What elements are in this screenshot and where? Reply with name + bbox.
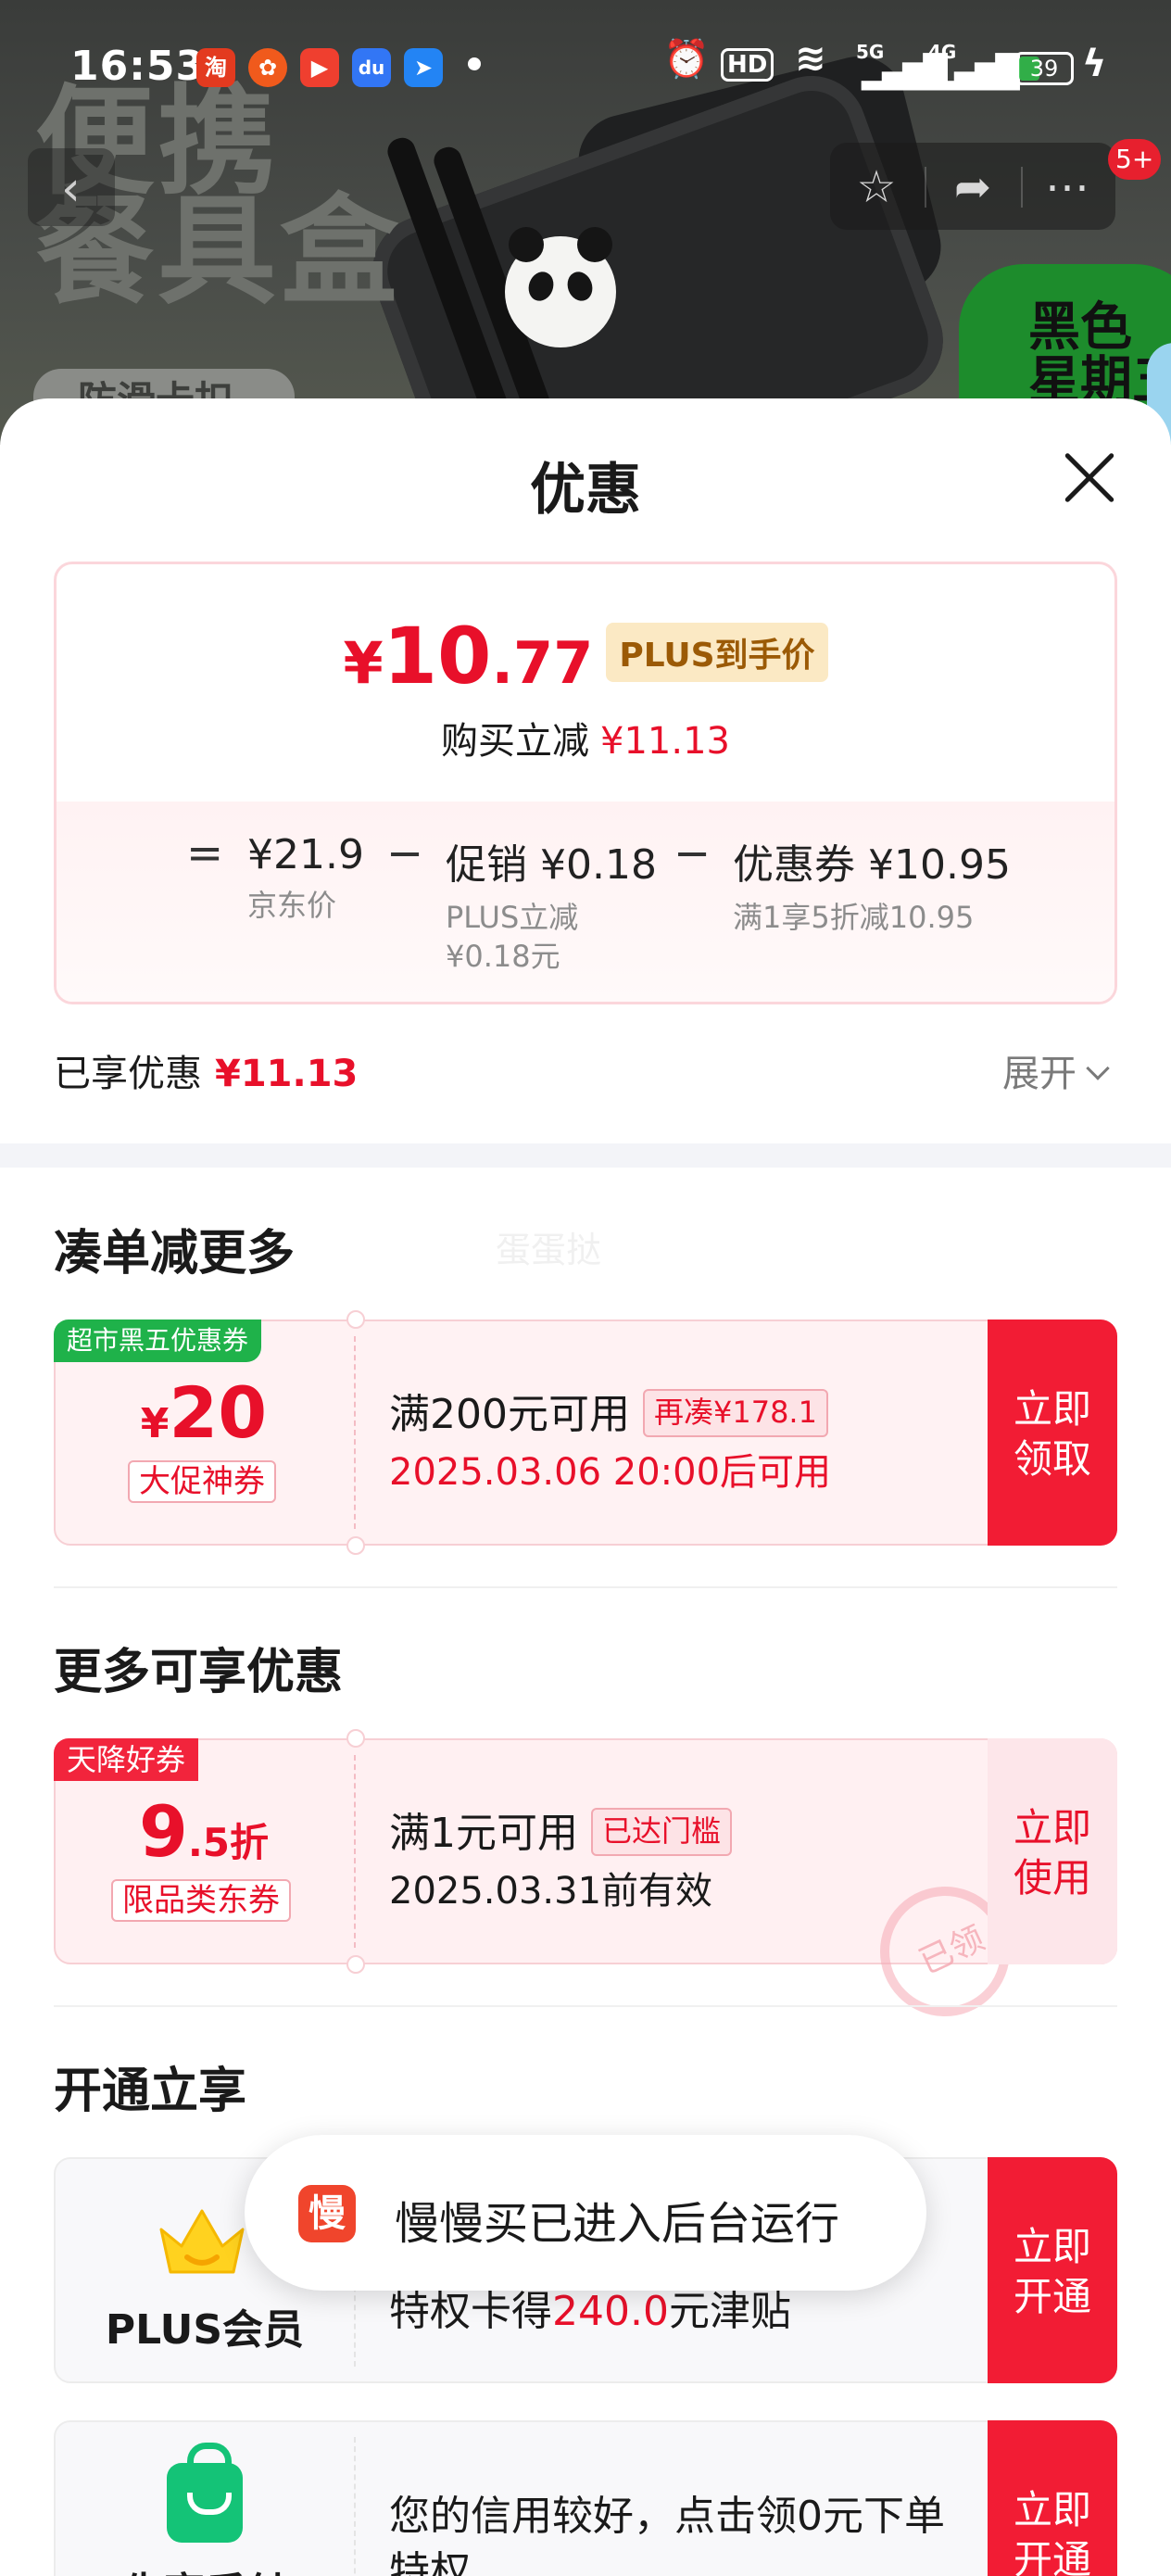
status-bar: 16:53 淘 ✿ ▶ du ➤ ⏰ HD ≋ 5G ▂▄▆█ 4G ▂▄▆█ … xyxy=(0,0,1171,139)
jd-price: ¥21.9 京东价 xyxy=(247,831,364,923)
message-badge: 5+ xyxy=(1108,139,1162,180)
coupon-card-category: 天降好券 9.5折 限品类东券 满1元可用 已达门槛 2025.03.31前有效 … xyxy=(54,1729,1117,2016)
notification-app-icon: ✿ xyxy=(248,48,287,87)
section-title-combine: 凑单减更多 xyxy=(54,1226,296,1282)
crown-icon xyxy=(159,2209,245,2274)
promo-reduction: 促销 ¥0.18 PLUS立减 ¥0.18元 xyxy=(446,841,657,974)
coupon-type-tag: 限品类东券 xyxy=(111,1879,291,1922)
shopping-bag-icon xyxy=(167,2443,243,2543)
manmanmai-app-icon: 慢 xyxy=(298,2185,356,2242)
coupon-condition: 满200元可用 再凑¥178.1 xyxy=(389,1381,828,1440)
coupon-corner-tag: 超市黑五优惠券 xyxy=(54,1320,262,1362)
price-calculation: = ¥21.9 京东价 − 促销 ¥0.18 PLUS立减 ¥0.18元 − 优… xyxy=(57,802,1114,1002)
claim-button[interactable]: 立即 领取 xyxy=(988,1320,1117,1546)
navigation-app-icon: ➤ xyxy=(404,48,443,87)
taobao-icon: 淘 xyxy=(196,48,235,87)
more-icon[interactable]: ⋯ xyxy=(1039,159,1095,215)
final-price: ¥10.77 PLUS到手价 xyxy=(57,611,1114,701)
minus-sign: − xyxy=(386,827,424,879)
clock: 16:53 xyxy=(70,43,206,90)
close-icon[interactable] xyxy=(1062,450,1117,506)
more-notifications-dot xyxy=(468,57,481,70)
chevron-left-icon: ‹ xyxy=(61,161,81,217)
back-button[interactable]: ‹ xyxy=(28,148,115,226)
enjoyed-discount: 已享优惠 ¥11.13 xyxy=(54,1053,359,1095)
page: 便携 餐具盒 防滑卡扣 黑色 星期五 ‹ ☆ ➦ ⋯ 5+ 16:53 淘 ✿ … xyxy=(0,0,1171,2576)
price-breakdown-card: ¥10.77 PLUS到手价 购买立减 ¥11.13 = ¥21.9 京东价 − 促… xyxy=(54,562,1117,1004)
instant-reduction: 购买立减 ¥11.13 xyxy=(441,720,730,763)
coupon-reduction: 优惠券 ¥10.95 满1享5折减10.95 xyxy=(733,841,1011,935)
wifi-icon: ≋ xyxy=(795,37,826,80)
coupon-discount-value: 9.5折 xyxy=(138,1790,270,1873)
hd-icon: HD xyxy=(721,48,774,82)
toast-message: 慢慢买已进入后台运行 xyxy=(395,2198,840,2250)
watermark: 蛋蛋挞 xyxy=(496,1230,602,1270)
section-divider xyxy=(0,1143,1171,1168)
pay-later-text: 您的信用较好，点击领0元下单特权 xyxy=(389,2493,945,2576)
coupon-type-tag: 大促神券 xyxy=(128,1460,276,1503)
section-title-open: 开通立享 xyxy=(54,2064,247,2119)
threshold-reached-tag: 已达门槛 xyxy=(591,1808,733,1856)
separator xyxy=(54,1586,1117,1588)
coupon-card-supermarket: 超市黑五优惠券 ¥20 大促神券 满200元可用 再凑¥178.1 2025.03… xyxy=(54,1310,1117,1555)
signal-bars-icon: ▂▄▆█ xyxy=(934,54,1020,91)
equals-sign: = xyxy=(186,827,224,879)
battery-icon: 39 xyxy=(1014,52,1074,85)
video-app-icon: ▶ xyxy=(300,48,339,87)
expand-button[interactable]: 展开 xyxy=(1002,1043,1110,1097)
coupon-gap-tag: 再凑¥178.1 xyxy=(642,1389,828,1437)
coupon-expiry: 2025.03.31前有效 xyxy=(389,1870,713,1913)
use-button[interactable]: 立即 使用 xyxy=(988,1738,1117,1964)
pay-later-card: 先享后付 您的信用较好，点击领0元下单特权 立即 开通 xyxy=(54,2420,1117,2576)
coupon-corner-tag: 天降好券 xyxy=(54,1738,199,1781)
open-pay-later-button[interactable]: 立即 开通 xyxy=(988,2420,1117,2576)
plus-member-label: PLUS会员 xyxy=(105,2306,305,2354)
section-title-more: 更多可享优惠 xyxy=(54,1645,344,1700)
sheet-title: 优惠 xyxy=(530,458,641,523)
coupon-date: 2025.03.06 20:00后可用 xyxy=(389,1451,832,1494)
pay-later-label: 先享后付 xyxy=(56,2559,354,2576)
alarm-icon: ⏰ xyxy=(663,38,710,81)
top-actions: ☆ ➦ ⋯ xyxy=(830,143,1115,230)
share-icon[interactable]: ➦ xyxy=(945,159,1001,215)
star-icon[interactable]: ☆ xyxy=(849,159,904,215)
open-plus-button[interactable]: 立即 开通 xyxy=(988,2157,1117,2383)
background-running-toast: 慢 慢慢买已进入后台运行 xyxy=(245,2135,926,2291)
coupon-value: ¥20 xyxy=(140,1371,268,1454)
plus-price-tag: PLUS到手价 xyxy=(606,623,828,682)
panda-illustration xyxy=(505,227,616,347)
baidu-icon: du xyxy=(352,48,391,87)
chevron-down-icon xyxy=(1086,1056,1110,1080)
coupon-condition: 满1元可用 已达门槛 xyxy=(389,1799,733,1859)
separator xyxy=(54,2005,1117,2007)
minus-sign: − xyxy=(674,827,711,879)
charging-icon: ϟ xyxy=(1082,43,1107,85)
